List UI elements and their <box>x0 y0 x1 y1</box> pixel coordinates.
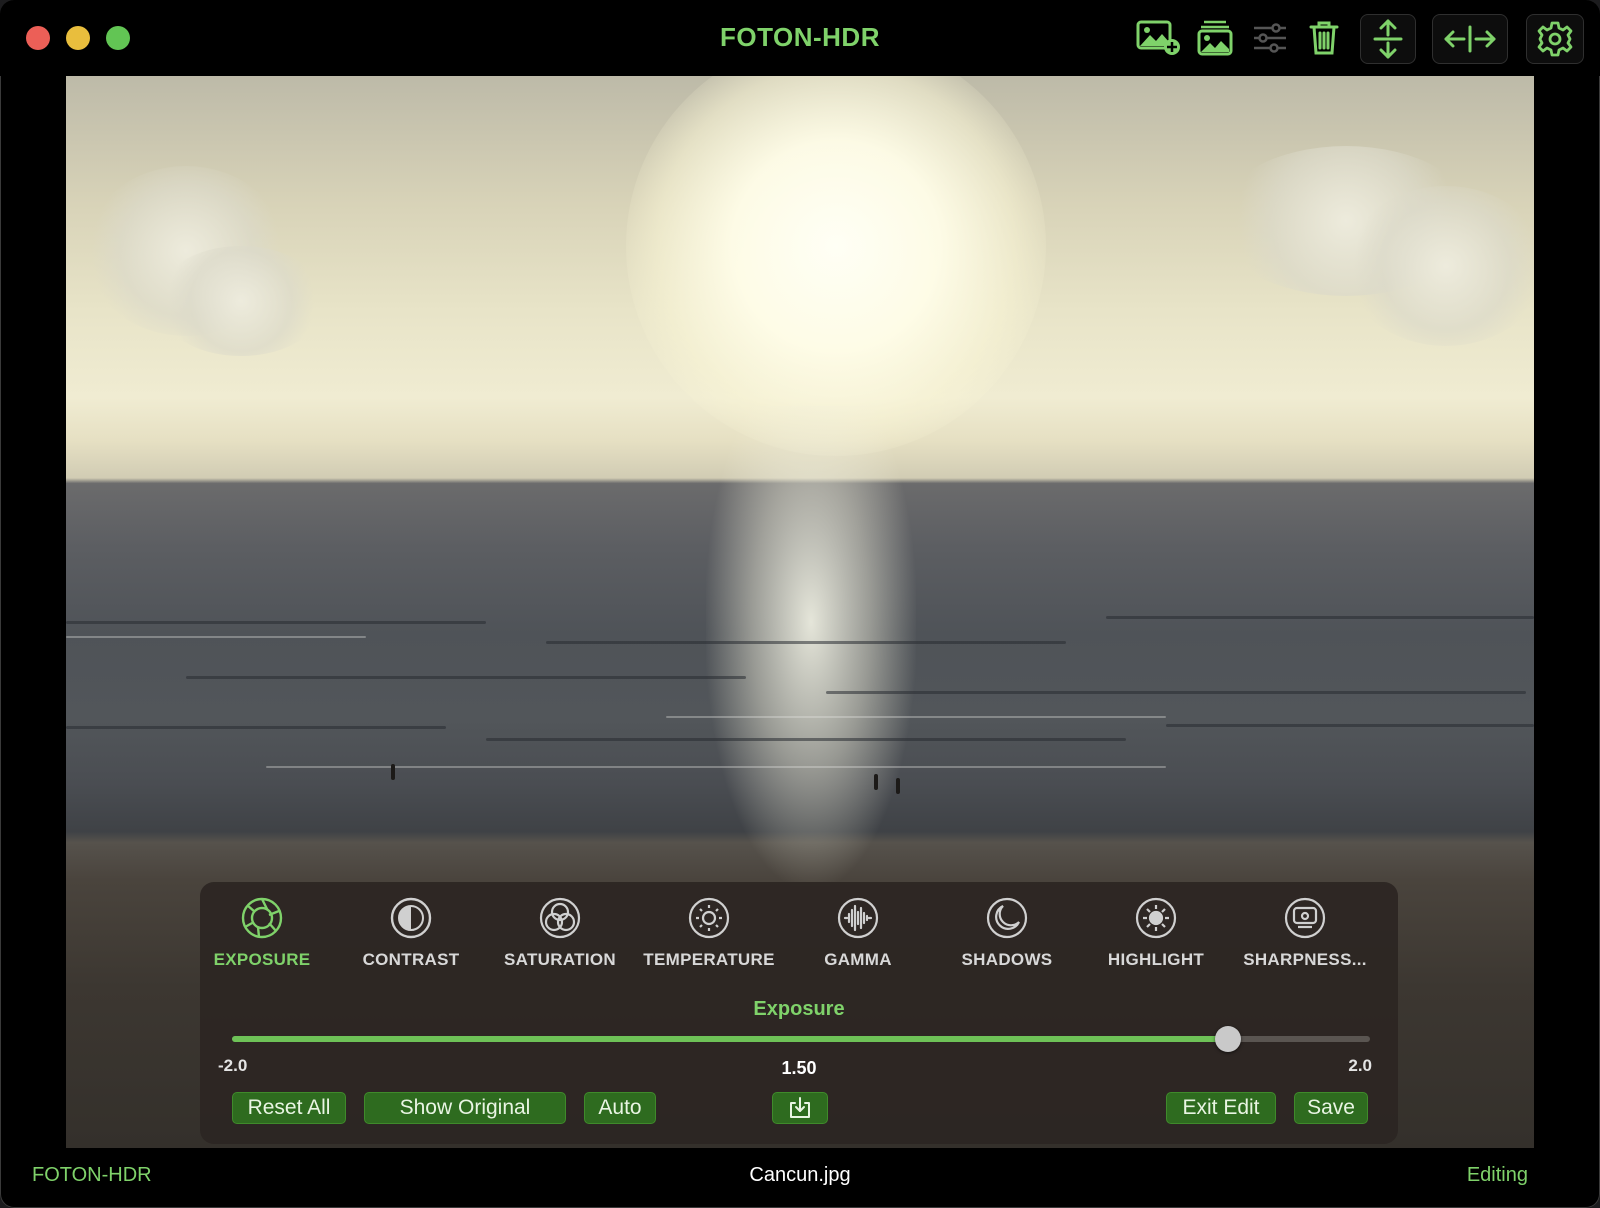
adjustments-button[interactable] <box>1248 14 1292 62</box>
auto-button[interactable]: Auto <box>584 1092 656 1124</box>
tool-label: EXPOSURE <box>213 950 311 969</box>
moon-icon <box>932 896 1082 940</box>
tool-temperature[interactable]: TEMPERATURE <box>634 896 784 986</box>
adjustment-panel: EXPOSURE CONTRAST SATURATION TEMPERATURE GAM… <box>200 882 1398 1144</box>
tool-label: GAMMA <box>824 950 892 969</box>
status-mode: Editing <box>1466 1164 1528 1186</box>
settings-button[interactable] <box>1526 14 1584 64</box>
sun-reflection <box>706 406 916 886</box>
tool-label: SATURATION <box>504 950 616 969</box>
title-bar: FOTON-HDR <box>0 0 1600 76</box>
bright-sun-icon <box>1081 896 1231 940</box>
beach-person <box>896 778 900 794</box>
tool-highlight[interactable]: HIGHLIGHT <box>1081 896 1231 986</box>
tool-label: SHARPNESS... <box>1243 950 1367 969</box>
gear-icon <box>1537 21 1573 57</box>
tool-sharpness[interactable]: SHARPNESS... <box>1230 896 1380 986</box>
tool-contrast[interactable]: CONTRAST <box>336 896 486 986</box>
export-button[interactable] <box>772 1092 828 1124</box>
tool-label: HIGHLIGHT <box>1107 950 1205 969</box>
aperture-icon <box>187 896 337 940</box>
tool-exposure[interactable]: EXPOSURE <box>187 896 337 986</box>
trash-icon <box>1309 21 1339 55</box>
exposure-slider-fill <box>232 1036 1228 1042</box>
saturation-icon <box>485 896 635 940</box>
slider-title: Exposure <box>753 998 845 1020</box>
tool-gamma[interactable]: GAMMA <box>783 896 933 986</box>
export-icon <box>790 1097 810 1118</box>
sun-glow <box>626 76 1046 456</box>
exposure-slider-knob[interactable] <box>1214 1026 1241 1052</box>
temperature-sun-icon <box>634 896 784 940</box>
add-photo-button[interactable] <box>1134 14 1184 62</box>
delete-button[interactable] <box>1304 14 1344 62</box>
status-filename: Cancun.jpg <box>749 1164 851 1186</box>
cloud <box>1346 186 1534 346</box>
save-button[interactable]: Save <box>1294 1092 1368 1124</box>
add-photo-icon <box>1136 20 1180 55</box>
tool-label: SHADOWS <box>961 950 1053 969</box>
slider-max-label: 2.0 <box>1348 1056 1372 1075</box>
slider-value-label: 1.50 <box>781 1058 817 1078</box>
horizontal-split-button[interactable] <box>1432 14 1508 64</box>
tool-shadows[interactable]: SHADOWS <box>932 896 1082 986</box>
vertical-split-icon <box>1373 19 1403 59</box>
beach-person <box>874 774 878 790</box>
waveform-icon <box>783 896 933 940</box>
adjustments-icon <box>1254 23 1286 53</box>
tool-label: TEMPERATURE <box>643 950 775 969</box>
exit-edit-button[interactable]: Exit Edit <box>1166 1092 1276 1124</box>
beach-person <box>391 764 395 780</box>
cloud <box>156 246 326 356</box>
exposure-slider-track[interactable] <box>232 1026 1370 1052</box>
horizontal-split-icon <box>1444 25 1496 53</box>
reset-all-button[interactable]: Reset All <box>232 1092 346 1124</box>
app-window: FOTON-HDR EXPOSURE CONTRAST SATURATION T… <box>0 0 1600 1208</box>
sharpness-icon <box>1230 896 1380 940</box>
show-original-button[interactable]: Show Original <box>364 1092 566 1124</box>
tool-label: CONTRAST <box>362 950 460 969</box>
photo-library-button[interactable] <box>1192 14 1238 62</box>
photo-library-icon <box>1197 20 1233 56</box>
contrast-icon <box>336 896 486 940</box>
vertical-split-button[interactable] <box>1360 14 1416 64</box>
tool-saturation[interactable]: SATURATION <box>485 896 635 986</box>
